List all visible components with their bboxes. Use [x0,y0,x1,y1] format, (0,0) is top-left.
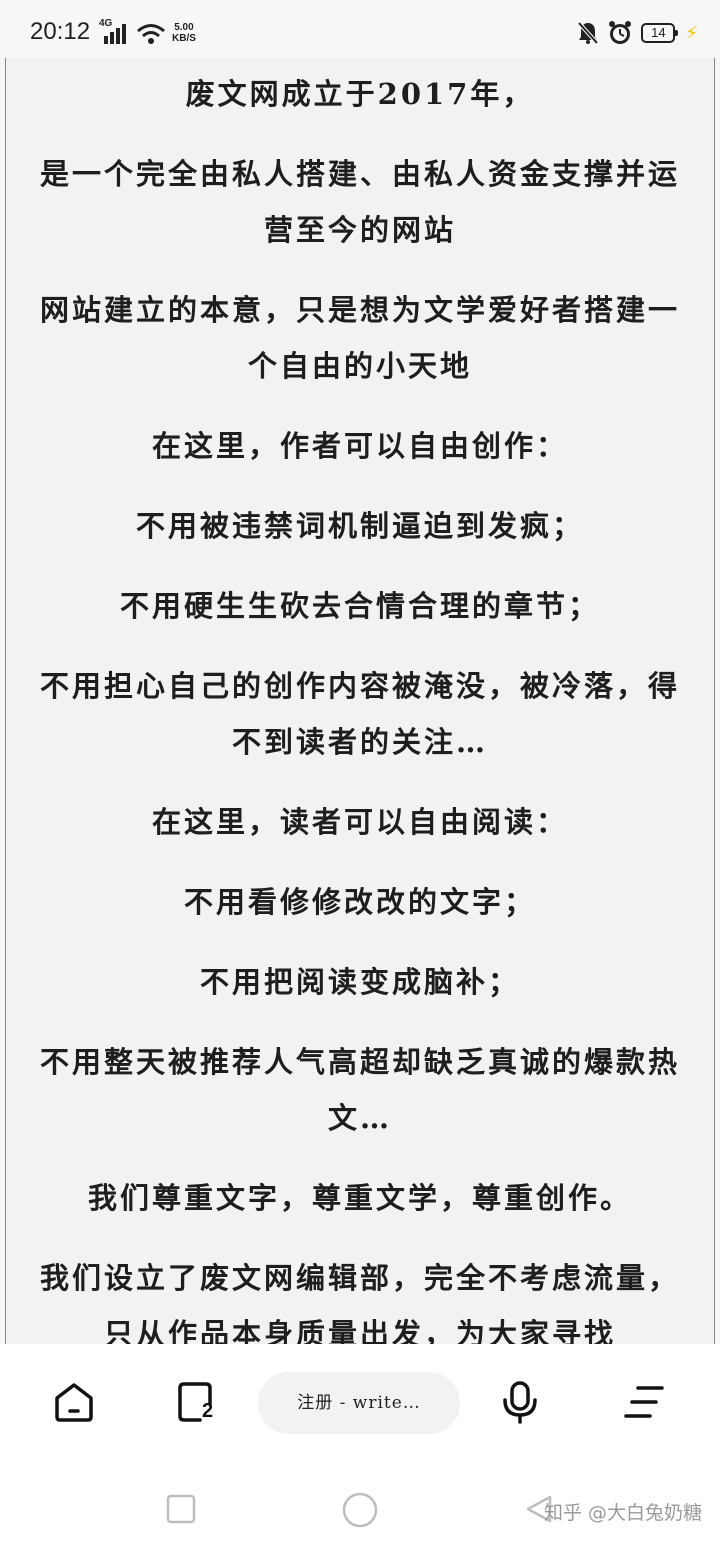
status-bar: 20:12 4G 5.00 KB/S 14 ⚡ [0,0,720,64]
mic-icon[interactable] [498,1380,542,1424]
paragraph: 我们设立了废文网编辑部，完全不考虑流量，只从作品本身质量出发，为大家寻找 [39,1261,680,1344]
watermark: 知乎 @大白兔奶糖 [543,1502,702,1524]
speed-value: 5.00 [174,22,194,33]
mute-bell-icon [577,21,599,45]
home-button-icon[interactable] [341,1491,379,1529]
home-icon[interactable] [52,1380,96,1424]
menu-icon[interactable] [622,1380,666,1424]
battery-indicator: 14 [641,23,679,43]
paragraph: 网站建立的本意，只是想为文学爱好者搭建一个自由的小天地 [39,293,680,383]
article-content[interactable]: 废文网成立于2017年， 是一个完全由私人搭建、由私人资金支撑并运营至今的网站 … [5,58,715,1344]
network-speed: 5.00 KB/S [172,22,196,44]
paragraph: 我们尊重文字，尊重文学，尊重创作。 [87,1181,632,1215]
status-right: 14 ⚡ [577,20,698,46]
paragraph: 不用被违禁词机制逼迫到发疯； [135,509,584,543]
tabs-icon [178,1382,212,1422]
wifi-icon [137,24,165,44]
paragraph: 在这里，作者可以自由创作： [151,429,568,463]
paragraph: 不用把阅读变成脑补； [199,965,520,999]
paragraph: 是一个完全由私人搭建、由私人资金支撑并运营至今的网站 [39,157,680,247]
paragraph: 不用硬生生砍去合情合理的章节； [119,589,600,623]
paragraph: 不用看修修改改的文字； [183,885,536,919]
charging-icon: ⚡ [685,22,698,44]
system-nav-bar: 知乎 @大白兔奶糖 [0,1460,720,1560]
status-time: 20:12 [30,18,91,45]
paragraph: 不用担心自己的创作内容被淹没，被冷落，得不到读者的关注… [39,669,680,759]
paragraph: 不用整天被推荐人气高超却缺乏真诚的爆款热文… [39,1045,680,1135]
paragraph: 废文网成立于2017年， [185,77,535,111]
alarm-icon [609,21,632,44]
tabs-count: 2 [202,1400,214,1422]
recent-apps-icon[interactable] [166,1494,196,1524]
paragraph: 在这里，读者可以自由阅读： [151,805,568,839]
signal-icon [104,24,126,44]
browser-toolbar: 2 注册 - write… [0,1344,720,1460]
url-bar[interactable]: 注册 - write… [258,1372,460,1434]
speed-unit: KB/S [172,33,196,44]
tabs-button[interactable]: 2 [176,1380,220,1424]
